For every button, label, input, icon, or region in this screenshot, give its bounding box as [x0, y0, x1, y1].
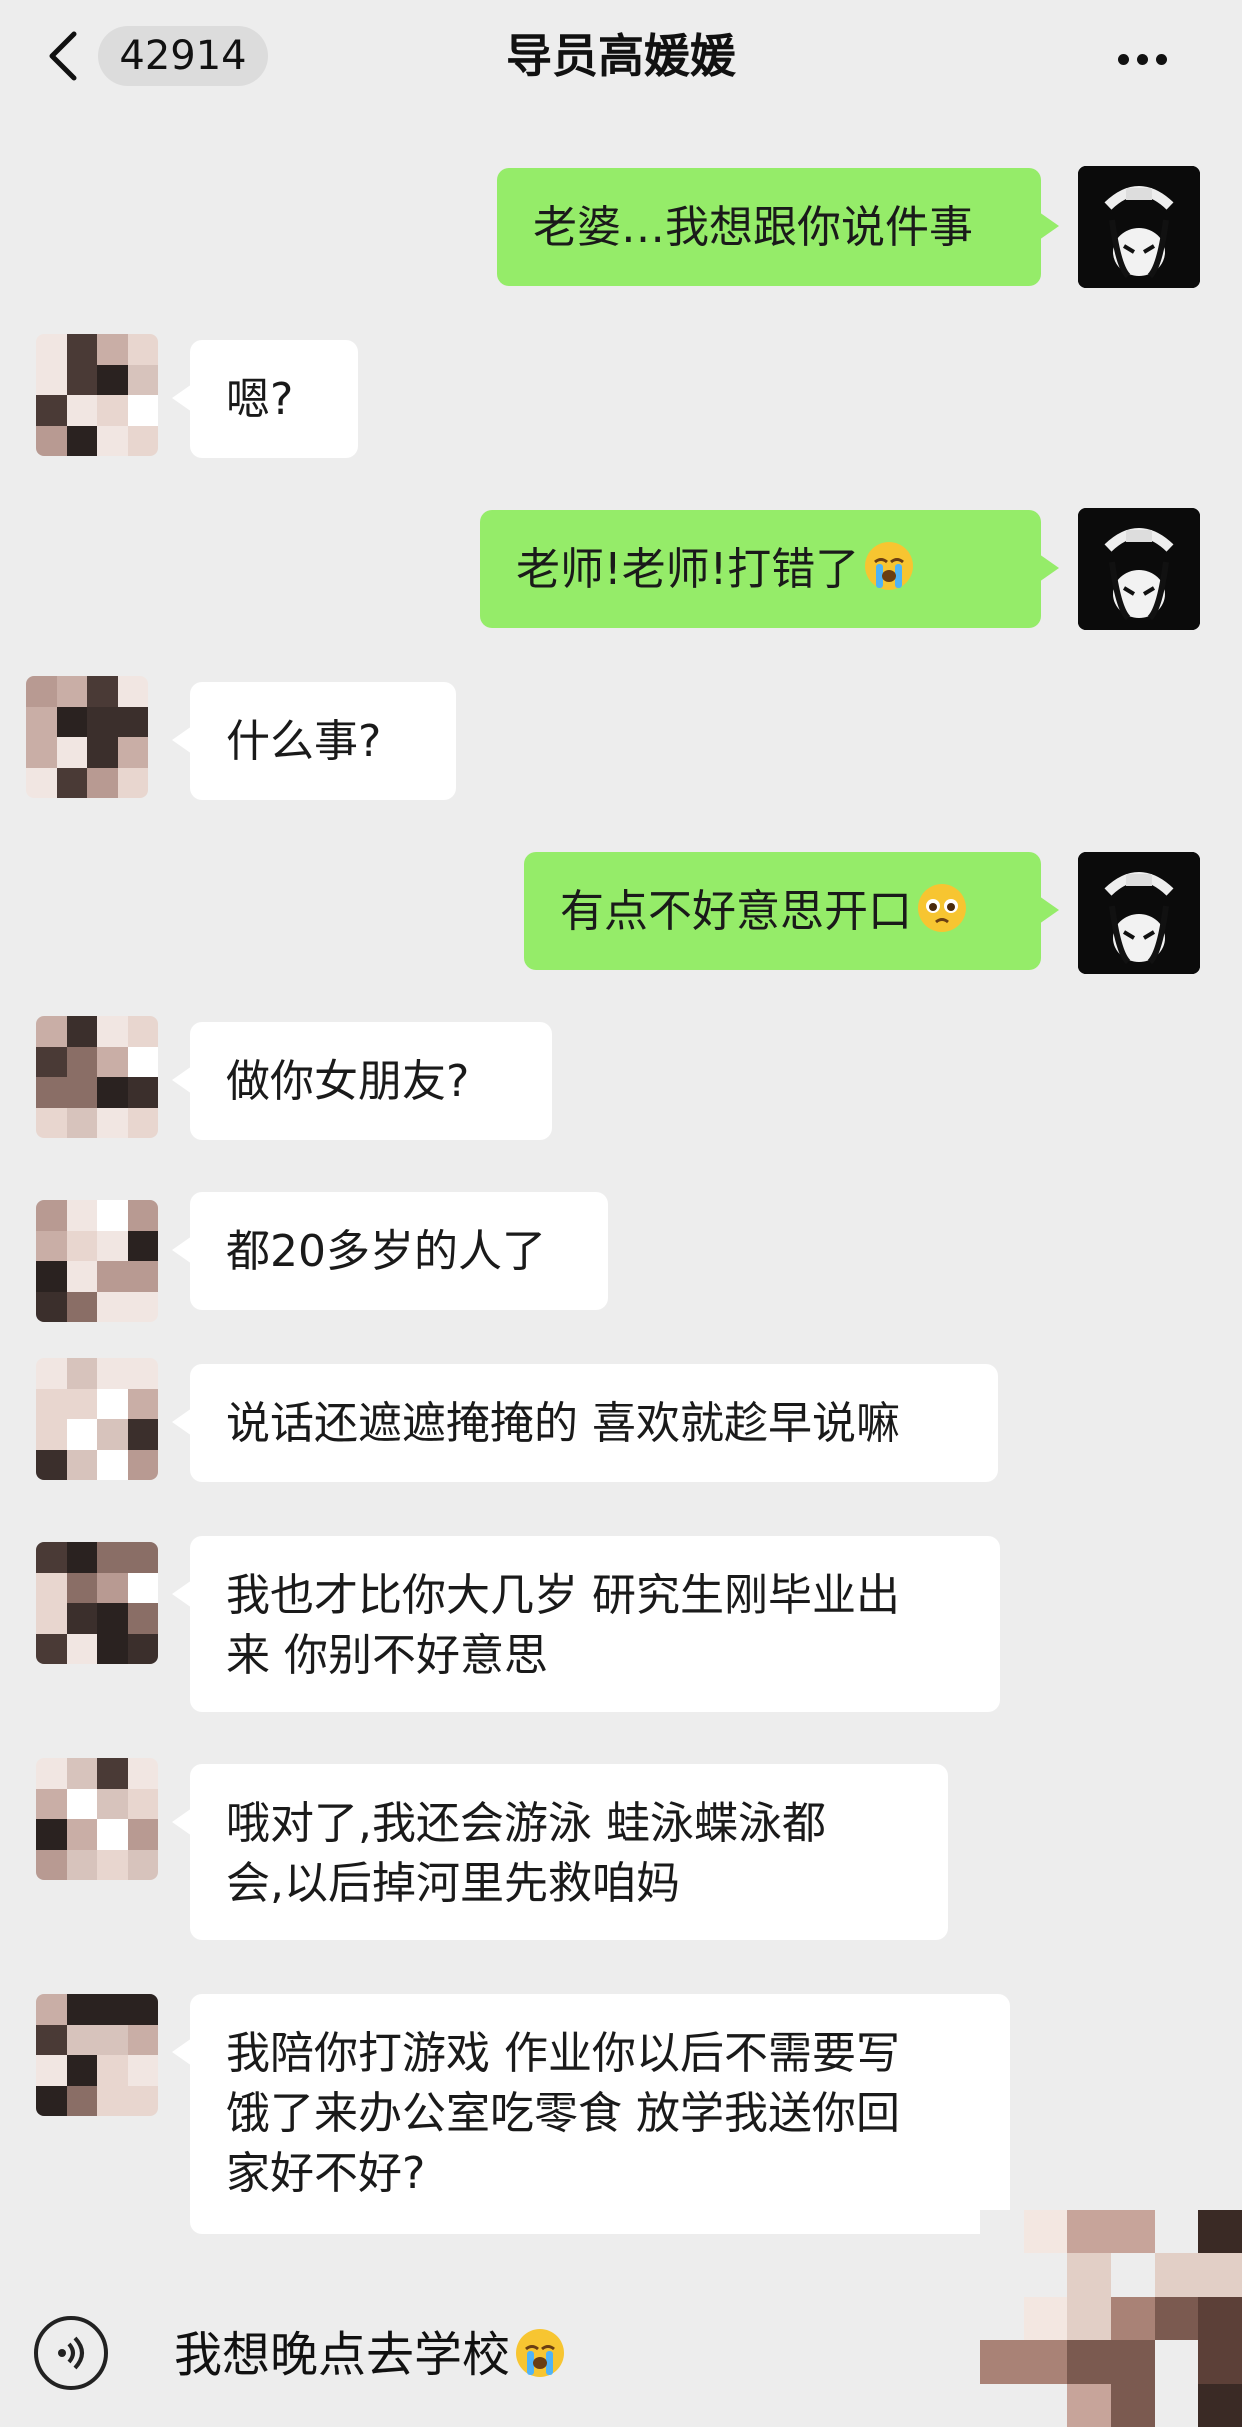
message-text: 什么事?	[226, 716, 382, 767]
message-bubble[interactable]: 我陪你打游戏 作业你以后不需要写 饿了来办公室吃零食 放学我送你回 家好不好?	[172, 1994, 1010, 2234]
message-bubble[interactable]: 嗯?	[172, 340, 358, 458]
my-avatar[interactable]	[1078, 166, 1200, 288]
message-bubble[interactable]: 做你女朋友?	[172, 1022, 552, 1140]
voice-input-icon[interactable]	[34, 2316, 108, 2390]
message-text: 哦对了,我还会游泳 蛙泳蝶泳都 会,以后掉河里先救咱妈	[226, 1798, 826, 1909]
message-text: 老婆…我想跟你说件事	[533, 202, 973, 253]
contact-avatar[interactable]	[36, 1542, 158, 1664]
message-bubble[interactable]: 哦对了,我还会游泳 蛙泳蝶泳都 会,以后掉河里先救咱妈	[172, 1764, 948, 1940]
contact-avatar[interactable]	[36, 334, 158, 456]
message-bubble[interactable]: 都20多岁的人了	[172, 1192, 608, 1310]
contact-avatar[interactable]	[36, 1994, 158, 2116]
message-input[interactable]: 我想晚点去学校	[174, 2320, 566, 2390]
message-text: 都20多岁的人了	[226, 1226, 546, 1277]
message-bubble[interactable]: 说话还遮遮掩掩的 喜欢就趁早说嘛	[172, 1364, 998, 1482]
contact-avatar[interactable]	[36, 1358, 158, 1480]
message-text: 嗯?	[226, 374, 294, 425]
message-text: 说话还遮遮掩掩的 喜欢就趁早说嘛	[226, 1398, 900, 1449]
message-bubble[interactable]: 我也才比你大几岁 研究生刚毕业出 来 你别不好意思	[172, 1536, 1000, 1712]
message-bubble[interactable]: 老婆…我想跟你说件事	[497, 168, 1059, 286]
message-bubble[interactable]: 老师!老师!打错了	[480, 510, 1059, 628]
message-text: 我陪你打游戏 作业你以后不需要写 饿了来办公室吃零食 放学我送你回 家好不好?	[226, 2028, 900, 2199]
message-bubble[interactable]: 有点不好意思开口	[524, 852, 1059, 970]
message-text: 做你女朋友?	[226, 1056, 470, 1107]
message-list: 老婆…我想跟你说件事 嗯? 老师!老师!打错了 什么事? 有点不好意思开口 做你…	[0, 0, 1242, 2427]
contact-avatar[interactable]	[26, 676, 148, 798]
message-text: 有点不好意思开口	[560, 886, 912, 937]
message-text: 老师!老师!打错了	[516, 544, 860, 595]
loudly-crying-face-icon	[865, 542, 914, 590]
message-text: 我也才比你大几岁 研究生刚毕业出 来 你别不好意思	[226, 1570, 900, 1681]
pleading-face-icon	[918, 884, 966, 932]
contact-avatar[interactable]	[36, 1200, 158, 1322]
contact-avatar[interactable]	[36, 1016, 158, 1138]
pixelated-image	[980, 2210, 1242, 2427]
my-avatar[interactable]	[1078, 852, 1200, 974]
message-bubble[interactable]: 什么事?	[172, 682, 456, 800]
my-avatar[interactable]	[1078, 508, 1200, 630]
message-input-text: 我想晚点去学校	[174, 2327, 511, 2383]
contact-avatar[interactable]	[36, 1758, 158, 1880]
loudly-crying-face-icon	[516, 2329, 565, 2377]
